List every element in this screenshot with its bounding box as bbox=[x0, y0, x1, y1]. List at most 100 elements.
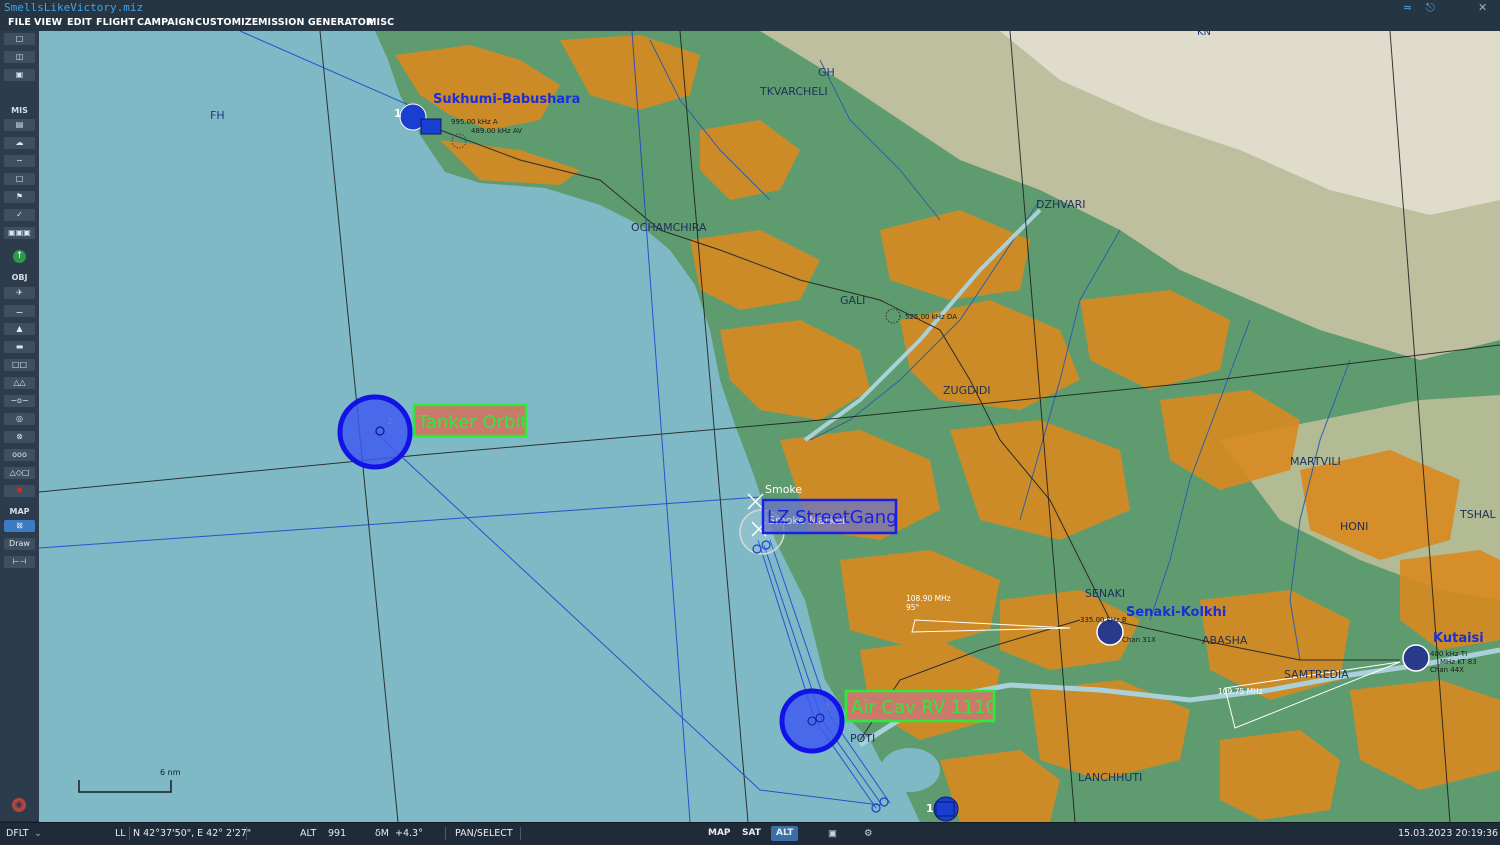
new-file-icon[interactable]: □ bbox=[4, 33, 35, 45]
altitude-value: 991 bbox=[328, 828, 347, 839]
map-select-icon[interactable]: ⊠ bbox=[4, 520, 35, 532]
add-shapes-icon[interactable]: △◇□ bbox=[4, 467, 35, 479]
menu-mission-generator[interactable]: MISSION GENERATOR bbox=[258, 17, 373, 28]
check-icon[interactable]: ✓ bbox=[4, 209, 35, 221]
add-helicopter-icon[interactable]: ⚊ bbox=[4, 305, 35, 317]
kutaisi-freq-1: 400 kHz TI bbox=[1430, 650, 1467, 658]
town-samtredia: SAMTREDIA bbox=[1284, 668, 1349, 681]
lz-streetgang-label: LZ StreetGang bbox=[767, 507, 898, 528]
town-zugdidi: ZUGDIDI bbox=[943, 384, 991, 397]
add-static-icon[interactable]: □□ bbox=[4, 359, 35, 371]
air-cav-circle bbox=[779, 688, 845, 754]
briefing-icon[interactable]: ▤ bbox=[4, 119, 35, 131]
altitude-label: ALT bbox=[300, 828, 317, 839]
town-honi: HONI bbox=[1340, 520, 1368, 533]
gali-ndb-freq: 525.00 kHz DA bbox=[905, 313, 957, 321]
menu-file[interactable]: FILE bbox=[8, 17, 31, 28]
air-cav-rv-label: Air Cav RV 1110 bbox=[851, 697, 997, 718]
add-waypoint-icon[interactable]: −o− bbox=[4, 395, 35, 407]
mission-map[interactable]: FH GH KN TKVARCHELI OCHAMCHIRA DZHVARI G… bbox=[39, 31, 1500, 822]
section-mis-label: MIS bbox=[11, 106, 28, 115]
menu-misc[interactable]: MISC bbox=[367, 17, 394, 28]
magvar-value: +4.3° bbox=[395, 828, 423, 839]
add-vehicle-icon[interactable]: ▬ bbox=[4, 341, 35, 353]
add-plane-icon[interactable]: ✈ bbox=[4, 287, 35, 299]
map-layers-icon[interactable]: ▣ bbox=[828, 828, 837, 839]
airbase-senaki-name: Senaki-Kolkhi bbox=[1126, 605, 1226, 620]
flag-icon[interactable]: ⚑ bbox=[4, 191, 35, 203]
delete-icon[interactable]: ✖ bbox=[4, 485, 35, 497]
separator bbox=[445, 827, 446, 840]
town-ochamchira: OCHAMCHIRA bbox=[631, 221, 707, 234]
tanker-orbit-circle bbox=[337, 394, 413, 470]
magvar-label: δM bbox=[375, 828, 390, 839]
town-tkvarcheli: TKVARCHELI bbox=[759, 85, 828, 98]
menu-campaign[interactable]: CAMPAIGN bbox=[137, 17, 194, 28]
cursor-coordinates: N 42°37'50", E 42° 2'27" bbox=[133, 828, 252, 839]
menu-customize[interactable]: CUSTOMIZE bbox=[195, 17, 258, 28]
sukhumi-freq-1: 995.00 kHz A bbox=[451, 118, 498, 126]
separator bbox=[246, 827, 247, 840]
senaki-ils-freq: 108.90 MHz bbox=[906, 594, 951, 603]
add-nav-point-icon[interactable]: ⊗ bbox=[4, 431, 35, 443]
close-icon[interactable]: ✕ bbox=[1478, 1, 1487, 14]
farp-marker bbox=[935, 801, 955, 817]
left-toolbar: □ ◫ ▣ MIS ▤ ☁ ∼ □ ⚑ ✓ ▣▣▣ ↑ OBJ ✈ ⚊ ▲ ▬ … bbox=[0, 31, 40, 821]
kutaisi-freq-2: MHz KT 83 bbox=[1440, 658, 1477, 666]
home-group-number: 1 bbox=[926, 802, 934, 815]
airbase-sukhumi-marker bbox=[420, 118, 442, 135]
town-senaki: SENAKI bbox=[1085, 587, 1125, 600]
sukhumi-freq-2: 489.00 kHz AV bbox=[471, 127, 522, 135]
grid-label-kn: KN bbox=[1197, 31, 1211, 38]
mission-datetime: 15.03.2023 20:19:36 bbox=[1398, 828, 1499, 839]
settings-icon[interactable]: ⚙ bbox=[864, 828, 873, 839]
town-abasha: ABASHA bbox=[1202, 634, 1248, 647]
senaki-freq-1: 335.00 kHz B bbox=[1080, 616, 1127, 624]
menu-bar: FILE VIEW EDIT FLIGHT CAMPAIGN CUSTOMIZE… bbox=[0, 16, 1500, 31]
menu-flight[interactable]: FLIGHT bbox=[96, 17, 135, 28]
stop-icon[interactable]: ◉ bbox=[12, 798, 26, 812]
antenna-icon[interactable]: ⎋ bbox=[1426, 1, 1435, 15]
menu-view[interactable]: VIEW bbox=[34, 17, 62, 28]
senaki-tacan: Chan 31X bbox=[1122, 636, 1156, 644]
kutaisi-tacan: Chan 44X bbox=[1430, 666, 1464, 674]
triggers-icon[interactable]: ▣▣▣ bbox=[4, 227, 35, 239]
add-ship-icon[interactable]: ▲ bbox=[4, 323, 35, 335]
map-mode-button[interactable]: MAP bbox=[703, 826, 736, 841]
smoke-waypoint-label: Smoke bbox=[765, 483, 802, 496]
town-tshal: TSHAL bbox=[1459, 508, 1496, 521]
draw-button[interactable]: Draw bbox=[4, 538, 35, 550]
add-group-icon[interactable]: ooo bbox=[4, 449, 35, 461]
grid-label-fh: FH bbox=[210, 109, 225, 122]
route-icon[interactable]: ∼ bbox=[4, 155, 35, 167]
sukhumi-unit-number: 1 bbox=[394, 107, 402, 120]
airbase-sukhumi-name: Sukhumi-Babushara bbox=[433, 92, 580, 107]
town-gali: GALI bbox=[840, 294, 865, 307]
section-map-label: MAP bbox=[9, 507, 30, 516]
add-zone-icon[interactable]: ◎ bbox=[4, 413, 35, 425]
target-icon[interactable]: □ bbox=[4, 173, 35, 185]
alt-mode-button[interactable]: ALT bbox=[771, 826, 799, 841]
senaki-ils-course: 95° bbox=[906, 603, 920, 612]
sat-mode-button[interactable]: SAT bbox=[737, 826, 766, 841]
scale-label: 6 nm bbox=[160, 768, 181, 777]
menu-edit[interactable]: EDIT bbox=[67, 17, 92, 28]
aircav-waypoint-number: 3 bbox=[824, 703, 830, 713]
tanker-orbit-label: Tanker Orbit bbox=[417, 412, 528, 433]
window-title: SmellsLikeVictory.miz bbox=[4, 1, 144, 14]
tanker-waypoint-number: 2 bbox=[387, 417, 393, 427]
ruler-icon[interactable]: ⊢⊣ bbox=[4, 556, 35, 568]
add-template-icon[interactable]: △△ bbox=[4, 377, 35, 389]
weather-icon[interactable]: ☁ bbox=[4, 137, 35, 149]
edit-mode-text: PAN/SELECT bbox=[455, 828, 513, 839]
airbase-kutaisi-icon bbox=[1402, 644, 1430, 672]
kutaisi-ils-freq: 109.75 MHz bbox=[1218, 687, 1263, 696]
town-martvili: MARTVILI bbox=[1290, 455, 1341, 468]
profile-select[interactable]: DFLT bbox=[6, 828, 29, 839]
chevron-down-icon[interactable]: ⌄ bbox=[34, 828, 42, 839]
open-folder-icon[interactable]: ◫ bbox=[4, 51, 35, 63]
save-icon[interactable]: ▣ bbox=[4, 69, 35, 81]
town-lanchhuti: LANCHHUTI bbox=[1078, 771, 1142, 784]
fly-mission-icon[interactable]: ↑ bbox=[13, 250, 26, 263]
separator bbox=[129, 827, 130, 840]
